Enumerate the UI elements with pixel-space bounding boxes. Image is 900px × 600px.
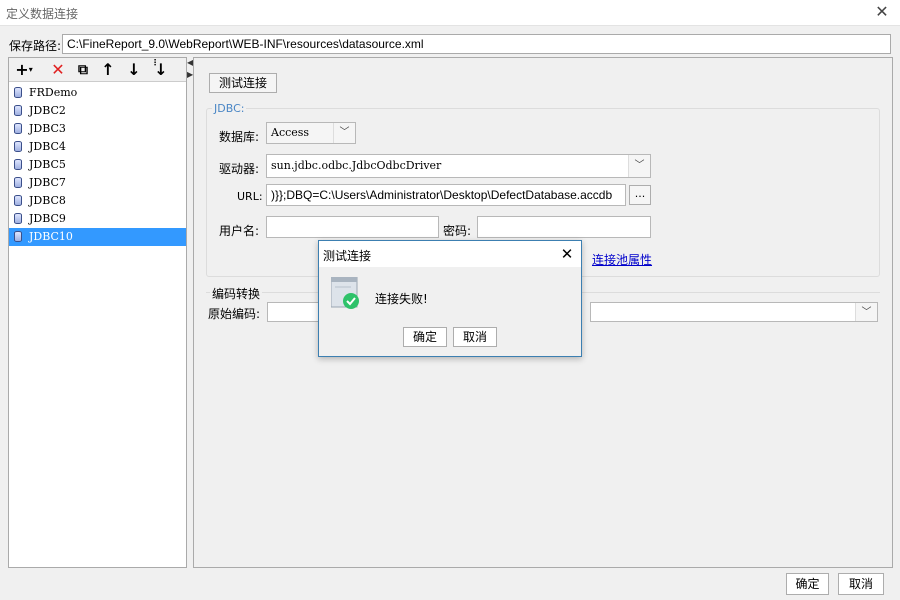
original-encoding-label: 原始编码: <box>208 307 261 321</box>
connection-item-label: JDBC9 <box>29 212 66 225</box>
connection-item[interactable]: JDBC5 <box>9 156 186 174</box>
connection-item-label: JDBC2 <box>29 104 66 117</box>
driver-select[interactable]: sun.jdbc.odbc.JdbcOdbcDriver ﹀ <box>266 154 651 178</box>
database-icon <box>14 195 22 206</box>
username-field[interactable] <box>266 216 439 238</box>
test-connection-button[interactable]: 测试连接 <box>209 73 277 93</box>
close-icon[interactable]: ✕ <box>872 2 892 22</box>
database-icon <box>14 105 22 116</box>
connection-item[interactable]: JDBC9 <box>9 210 186 228</box>
save-path-label: 保存路径: <box>9 39 62 53</box>
jdbc-legend: JDBC: <box>212 102 247 115</box>
move-up-icon[interactable]: ↑ <box>97 60 119 80</box>
connection-item[interactable]: JDBC8 <box>9 192 186 210</box>
dialog-title: 测试连接 <box>323 249 372 263</box>
connection-item[interactable]: JDBC7 <box>9 174 186 192</box>
dialog-message: 连接失败! <box>375 292 428 306</box>
driver-label: 驱动器: <box>219 162 260 176</box>
username-label: 用户名: <box>219 224 260 238</box>
cancel-button[interactable]: 取消 <box>838 573 884 595</box>
ok-button[interactable]: 确定 <box>786 573 829 595</box>
window-title: 定义数据连接 <box>6 7 79 21</box>
connection-item-label: JDBC4 <box>29 140 66 153</box>
connection-toolbar: +▾ ✕ ⧉ ↑ ↓ ⋮ ↓ <box>9 58 186 82</box>
connection-item[interactable]: FRDemo <box>9 84 186 102</box>
connection-item-label: JDBC5 <box>29 158 66 171</box>
database-icon <box>14 231 22 242</box>
add-glyph: + <box>15 60 29 79</box>
connection-item[interactable]: JDBC3 <box>9 120 186 138</box>
connection-pool-link[interactable]: 连接池属性 <box>592 251 652 268</box>
database-icon <box>14 213 22 224</box>
database-icon <box>14 177 22 188</box>
database-icon <box>14 159 22 170</box>
chevron-down-icon: ▾ <box>28 65 33 74</box>
password-label: 密码: <box>443 224 472 238</box>
connection-item-label: JDBC8 <box>29 194 66 207</box>
dialog-ok-button[interactable]: 确定 <box>403 327 447 347</box>
connection-item[interactable]: JDBC2 <box>9 102 186 120</box>
test-connection-dialog: 测试连接 ✕ 连接失败! 确定 取消 <box>318 240 582 357</box>
delete-icon[interactable]: ✕ <box>47 60 69 80</box>
encoding-legend: 编码转换 <box>210 285 263 302</box>
url-field[interactable]: )}};DBQ=C:\Users\Administrator\Desktop\D… <box>266 184 626 206</box>
connection-item-label: JDBC10 <box>29 230 73 243</box>
connection-item-label: JDBC3 <box>29 122 66 135</box>
driver-value: sun.jdbc.odbc.JdbcOdbcDriver <box>271 159 442 172</box>
dialog-title-bar: 测试连接 ✕ <box>319 241 581 267</box>
dialog-cancel-button[interactable]: 取消 <box>453 327 497 347</box>
connection-item[interactable]: JDBC4 <box>9 138 186 156</box>
connection-item[interactable]: JDBC10 <box>9 228 186 246</box>
connection-item-label: JDBC7 <box>29 176 66 189</box>
chevron-down-icon[interactable]: ﹀ <box>855 303 877 321</box>
move-down-icon[interactable]: ↓ <box>123 60 145 80</box>
url-label: URL: <box>237 190 263 203</box>
database-label: 数据库: <box>219 130 260 144</box>
chevron-down-icon[interactable]: ﹀ <box>333 123 355 143</box>
connection-list-panel: +▾ ✕ ⧉ ↑ ↓ ⋮ ↓ FRDemo JDBC2 JDBC3 JDBC4 JDBC5… <box>8 57 187 568</box>
chevron-down-icon[interactable]: ﹀ <box>628 155 650 177</box>
url-more-button[interactable]: ... <box>629 185 651 205</box>
add-icon[interactable]: +▾ <box>13 60 35 80</box>
window-title-bar: 定义数据连接 ✕ <box>0 0 900 26</box>
database-value: Access <box>271 126 310 139</box>
dialog-close-icon[interactable]: ✕ <box>557 244 577 264</box>
connection-item-label: FRDemo <box>29 86 78 99</box>
database-select[interactable]: Access ﹀ <box>266 122 356 144</box>
database-icon <box>14 87 22 98</box>
success-check-icon <box>331 277 359 309</box>
save-path-field[interactable]: C:\FineReport_9.0\WebReport\WEB-INF\reso… <box>62 34 891 54</box>
sort-icon[interactable]: ⋮ ↓ <box>150 59 172 80</box>
database-icon <box>14 123 22 134</box>
password-field[interactable] <box>477 216 651 238</box>
copy-icon[interactable]: ⧉ <box>72 60 94 80</box>
database-icon <box>14 141 22 152</box>
target-encoding-select[interactable]: ﹀ <box>590 302 878 322</box>
